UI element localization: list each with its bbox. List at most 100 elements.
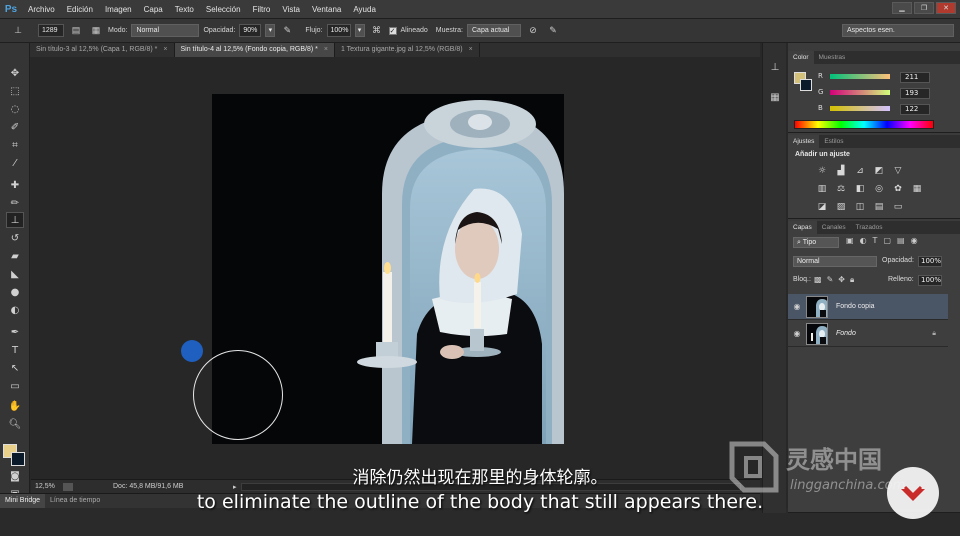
flow-dropdown-icon[interactable]: ▾ [354, 24, 365, 37]
aligned-checkbox[interactable]: ✓ [388, 26, 397, 35]
sample-select[interactable]: Capa actual [467, 24, 521, 37]
opacity-field[interactable]: 90% [239, 24, 262, 37]
lock-transparent-icon[interactable]: ▩ [814, 275, 822, 285]
close-tab-icon[interactable]: × [163, 46, 167, 53]
channel-mixer-icon[interactable]: ✿ [892, 183, 904, 194]
menu-capa[interactable]: Capa [138, 5, 169, 14]
minimize-icon[interactable]: ▁ [892, 2, 912, 14]
blur-tool-icon[interactable]: ● [6, 284, 24, 300]
blend-mode-select[interactable]: Normal [793, 256, 877, 267]
hand-tool-icon[interactable]: ✋ [6, 398, 24, 414]
canvas-area[interactable] [31, 57, 760, 479]
filter-type-icon[interactable]: T [873, 236, 878, 245]
menu-edicion[interactable]: Edición [61, 5, 99, 14]
photo-filter-icon[interactable]: ◎ [873, 183, 885, 194]
gradient-map-icon[interactable]: ▭ [892, 201, 904, 212]
pen-tool-icon[interactable]: ✒ [6, 324, 24, 340]
eraser-tool-icon[interactable]: ▰ [6, 248, 24, 264]
curves-icon[interactable]: ⊿ [854, 165, 866, 176]
lock-image-icon[interactable]: ✎ [827, 275, 834, 285]
menu-archivo[interactable]: Archivo [22, 5, 61, 14]
selective-color-icon[interactable]: ▤ [873, 201, 885, 212]
brightness-icon[interactable]: ☼ [816, 165, 828, 176]
exposure-icon[interactable]: ◩ [873, 165, 885, 176]
invert-icon[interactable]: ◪ [816, 201, 828, 212]
clone-source-panel-icon[interactable]: ⊥ [767, 59, 783, 75]
lock-position-icon[interactable]: ✥ [838, 275, 845, 285]
levels-icon[interactable]: ▟ [835, 165, 847, 176]
green-slider[interactable]: G [818, 86, 958, 98]
color-lookup-icon[interactable]: ▦ [911, 183, 923, 194]
doc-tab-textura-gigante[interactable]: 1 Textura gigante.jpg al 12,5% (RGB/8) × [335, 43, 480, 57]
eye-icon[interactable]: ◉ [788, 302, 806, 311]
layer-row-fondo-copia[interactable]: ◉ Fondo copia [788, 294, 948, 320]
layer-filter-select[interactable]: ⌕ Tipo [793, 237, 839, 248]
opacity-dropdown-icon[interactable]: ▾ [265, 24, 276, 37]
menu-seleccion[interactable]: Selección [200, 5, 247, 14]
crop-tool-icon[interactable]: ⌗ [6, 137, 24, 153]
menu-ventana[interactable]: Ventana [306, 5, 347, 14]
tab-estilos[interactable]: Estilos [819, 135, 848, 148]
color-balance-icon[interactable]: ⚖ [835, 183, 847, 194]
filter-smart-icon[interactable]: ▤ [897, 236, 905, 245]
mode-select[interactable]: Normal [131, 24, 200, 37]
layer-row-fondo[interactable]: ◉ Fondo 🔒︎ [788, 321, 948, 347]
filter-adjustment-icon[interactable]: ◐ [860, 236, 867, 245]
green-track[interactable] [830, 89, 890, 95]
marquee-tool-icon[interactable]: ⬚ [6, 83, 24, 99]
close-tab-icon[interactable]: × [469, 46, 473, 53]
doc-tab-sin-titulo-3[interactable]: Sin título-3 al 12,5% (Capa 1, RGB/8) * × [30, 43, 175, 57]
eyedropper-tool-icon[interactable]: ⁄ [6, 155, 24, 171]
green-value[interactable]: 193 [900, 88, 930, 99]
hue-saturation-icon[interactable]: ▥ [816, 183, 828, 194]
lock-all-icon[interactable]: 🔒︎ [850, 275, 854, 285]
path-selection-tool-icon[interactable]: ↖ [6, 360, 24, 376]
flow-field[interactable]: 100% [326, 24, 351, 37]
close-tab-icon[interactable]: × [324, 46, 328, 53]
airbrush-icon[interactable]: ⌘ [369, 23, 385, 38]
brush-panel-icon[interactable]: ▤ [68, 23, 84, 38]
healing-brush-tool-icon[interactable]: ✚ [6, 177, 24, 193]
type-tool-icon[interactable]: T [6, 342, 24, 358]
tab-muestras[interactable]: Muestras [814, 51, 851, 64]
quick-selection-tool-icon[interactable]: ✐ [6, 119, 24, 135]
ignore-adjustment-layers-icon[interactable]: ⊘ [525, 23, 541, 38]
threshold-icon[interactable]: ◫ [854, 201, 866, 212]
zoom-tool-icon[interactable]: 🔍︎ [6, 416, 24, 432]
workspace-select[interactable]: Aspectos esen. [842, 24, 954, 37]
menu-imagen[interactable]: Imagen [99, 5, 138, 14]
close-icon[interactable]: ✕ [936, 2, 956, 14]
brush-tool-icon[interactable]: ✏ [6, 195, 24, 211]
move-tool-icon[interactable]: ✥ [6, 65, 24, 81]
doc-tab-sin-titulo-4[interactable]: Sin título-4 al 12,5% (Fondo copia, RGB/… [174, 43, 335, 57]
shape-tool-icon[interactable]: ▭ [6, 378, 24, 394]
menu-texto[interactable]: Texto [169, 5, 200, 14]
pressure-size-icon[interactable]: ✎ [545, 23, 561, 38]
blue-slider[interactable]: B [818, 102, 958, 114]
red-slider[interactable]: R [818, 70, 958, 82]
paint-bucket-tool-icon[interactable]: ◣ [6, 266, 24, 282]
red-value[interactable]: 211 [900, 72, 930, 83]
filter-pixel-icon[interactable]: ▣ [846, 236, 854, 245]
clone-stamp-preset-icon[interactable]: ⊥ [10, 23, 26, 38]
filter-shape-icon[interactable]: ▢ [883, 236, 891, 245]
history-panel-icon[interactable]: ▦ [767, 89, 783, 105]
tab-trazados[interactable]: Trazados [851, 221, 888, 234]
color-spectrum-bar[interactable] [794, 120, 934, 129]
dodge-tool-icon[interactable]: ◐ [6, 302, 24, 318]
tab-capas[interactable]: Capas [788, 221, 817, 234]
clone-stamp-tool-icon[interactable]: ⊥ [6, 212, 24, 228]
layer-opacity-field[interactable]: 100% [918, 256, 942, 267]
restore-icon[interactable]: ❐ [914, 2, 934, 14]
eye-icon[interactable]: ◉ [788, 329, 806, 338]
menu-filtro[interactable]: Filtro [247, 5, 277, 14]
red-track[interactable] [830, 73, 890, 79]
history-brush-tool-icon[interactable]: ↺ [6, 230, 24, 246]
blue-track[interactable] [830, 105, 890, 111]
pressure-opacity-icon[interactable]: ✎ [279, 23, 295, 38]
lasso-tool-icon[interactable]: ◌ [6, 101, 24, 117]
tab-canales[interactable]: Canales [817, 221, 851, 234]
blue-value[interactable]: 122 [900, 104, 930, 115]
brush-size-field[interactable]: 1289 [38, 24, 64, 37]
menu-ayuda[interactable]: Ayuda [347, 5, 382, 14]
